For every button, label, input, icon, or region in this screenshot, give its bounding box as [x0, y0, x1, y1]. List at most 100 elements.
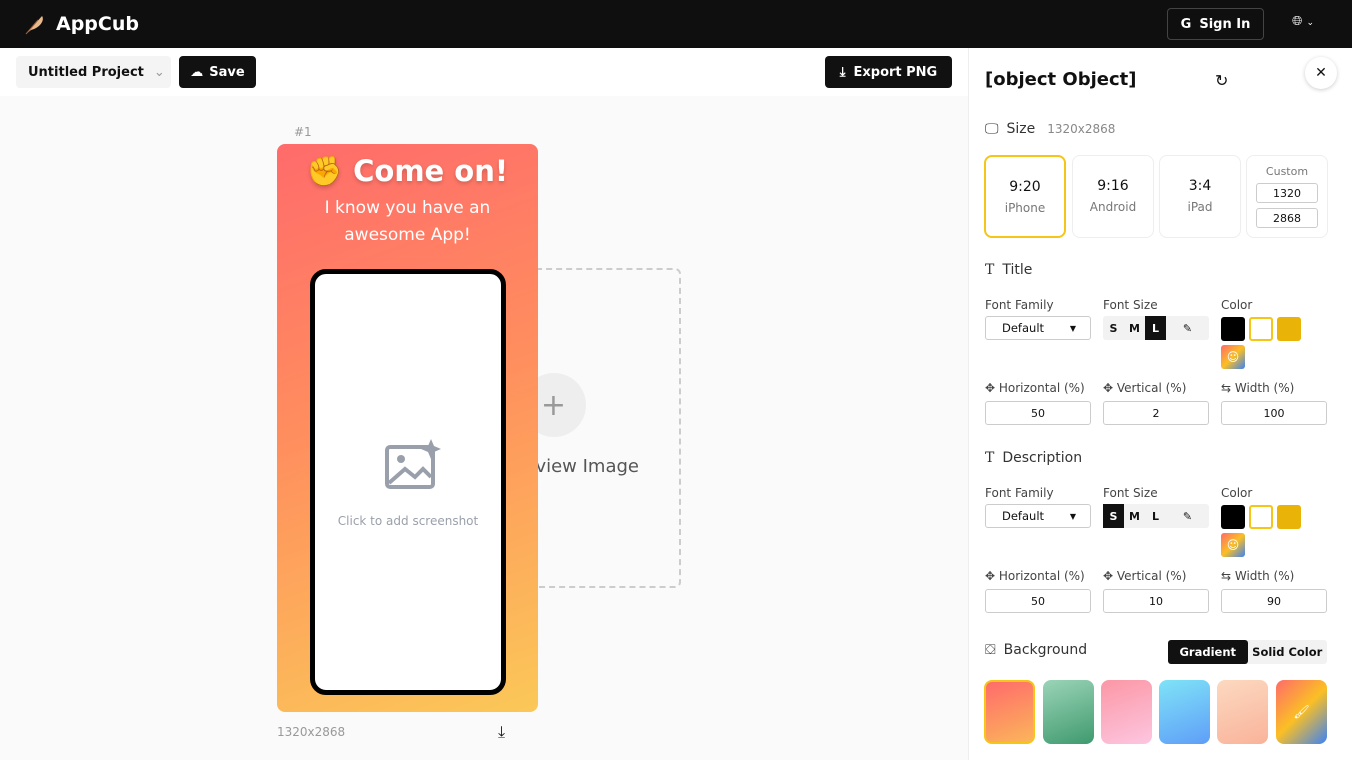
- size-option-iphone[interactable]: 9:20 iPhone: [984, 155, 1066, 238]
- add-screenshot-hint: Click to add screenshot: [337, 514, 479, 528]
- vertical-label-text: Vertical (%): [1116, 381, 1187, 395]
- selected-font: Default: [1002, 509, 1045, 523]
- width-label-text: Width (%): [1234, 381, 1295, 395]
- sign-in-button[interactable]: G Sign In: [1167, 8, 1264, 40]
- title-horizontal-input[interactable]: 50: [985, 401, 1091, 425]
- device: Android: [1089, 200, 1137, 214]
- font-family-label: Font Family: [985, 298, 1054, 312]
- horizontal-label-text: Horizontal (%): [998, 569, 1085, 583]
- color-label: Color: [1221, 486, 1253, 500]
- cloud-icon: ☁: [190, 64, 204, 80]
- device: iPhone: [1004, 201, 1046, 215]
- palette-icon[interactable]: ☺: [1221, 345, 1245, 369]
- title-label: Title: [1002, 262, 1033, 278]
- mode-solid-color[interactable]: Solid Color: [1248, 640, 1328, 664]
- preview-image-button[interactable]: + Preview Image: [520, 268, 681, 588]
- color-black[interactable]: [1221, 317, 1245, 341]
- card-description[interactable]: I know you have an awesome App!: [277, 195, 538, 249]
- title-vertical-input[interactable]: 2: [1103, 401, 1209, 425]
- horizontal-label: ✥ Horizontal (%): [985, 569, 1085, 583]
- google-icon: G: [1180, 16, 1192, 32]
- chevron-down-icon: ⌄: [153, 64, 165, 80]
- description-horizontal-input[interactable]: 50: [985, 589, 1091, 613]
- title-font-family-select[interactable]: Default ▼: [985, 316, 1091, 340]
- project-selector[interactable]: Untitled Project ⌄: [16, 56, 171, 88]
- card-dimensions: 1320x2868: [277, 725, 346, 739]
- description-label: Description: [1002, 450, 1083, 466]
- size-value: 1320x2868: [1047, 122, 1116, 136]
- size-m[interactable]: M: [1124, 504, 1145, 528]
- custom-width-input[interactable]: 1320: [1256, 183, 1318, 203]
- mode-gradient[interactable]: Gradient: [1168, 640, 1248, 664]
- color-black[interactable]: [1221, 505, 1245, 529]
- color-yellow[interactable]: [1277, 505, 1301, 529]
- save-button[interactable]: ☁ Save: [179, 56, 256, 88]
- sign-in-label: Sign In: [1199, 16, 1251, 32]
- ratio: 9:16: [1097, 178, 1129, 194]
- size-option-android[interactable]: 9:16 Android: [1072, 155, 1154, 238]
- size-l[interactable]: L: [1145, 316, 1166, 340]
- font-family-label: Font Family: [985, 486, 1054, 500]
- custom-height-input[interactable]: 2868: [1256, 208, 1318, 228]
- gradient-swatch-green[interactable]: [1043, 680, 1094, 744]
- background-label: Background: [1003, 642, 1088, 658]
- ratio: 9:20: [1009, 179, 1041, 195]
- description-vertical-input[interactable]: 10: [1103, 589, 1209, 613]
- card-title[interactable]: ✊ Come on!: [277, 154, 538, 189]
- project-toolbar: Untitled Project ⌄ ☁ Save ⤓ Export PNG: [0, 48, 968, 96]
- size-l[interactable]: L: [1145, 504, 1166, 528]
- device: iPad: [1187, 200, 1213, 214]
- app-name: AppCub: [56, 13, 139, 35]
- size-label: Size: [1006, 121, 1036, 137]
- custom-label: Custom: [1265, 165, 1309, 178]
- font-size-label: Font Size: [1103, 486, 1158, 500]
- save-label: Save: [209, 64, 245, 80]
- ratio: 3:4: [1188, 178, 1212, 194]
- size-section: 🖵︎ Size 1320x2868: [985, 121, 1115, 137]
- gradient-swatch-sunset[interactable]: [984, 680, 1035, 744]
- custom-gradient-brush-icon[interactable]: 🖌︎: [1276, 680, 1327, 744]
- reset-icon[interactable]: ↻: [1215, 71, 1228, 90]
- size-option-ipad[interactable]: 3:4 iPad: [1159, 155, 1241, 238]
- color-white[interactable]: [1249, 317, 1273, 341]
- size-s[interactable]: S: [1103, 504, 1124, 528]
- background-section: ⛋ Background: [985, 642, 1087, 658]
- screenshot-card[interactable]: ✊ Come on! I know you have an awesome Ap…: [277, 144, 538, 712]
- description-font-size-group: S M L ✎: [1103, 504, 1209, 528]
- card-title-text: Come on!: [353, 154, 509, 188]
- gradient-swatch-peach[interactable]: [1217, 680, 1268, 744]
- selected-font: Default: [1002, 321, 1045, 335]
- export-png-button[interactable]: ⤓ Export PNG: [825, 56, 952, 88]
- color-yellow[interactable]: [1277, 317, 1301, 341]
- title-width-input[interactable]: 100: [1221, 401, 1327, 425]
- gradient-swatch-pink[interactable]: [1101, 680, 1152, 744]
- size-option-custom[interactable]: Custom 1320 2868: [1246, 155, 1328, 238]
- download-icon[interactable]: ⤓: [498, 722, 505, 742]
- description-width-input[interactable]: 90: [1221, 589, 1327, 613]
- language-selector[interactable]: 🌐︎ ⌄: [1292, 14, 1314, 29]
- description-section: T Description: [985, 450, 1082, 466]
- globe-icon: 🌐︎: [1292, 14, 1303, 29]
- palette-icon[interactable]: ☺: [1221, 533, 1245, 557]
- size-s[interactable]: S: [1103, 316, 1124, 340]
- close-icon: ✕: [1315, 65, 1327, 81]
- background-mode-toggle: Gradient Solid Color: [1168, 640, 1327, 664]
- horizontal-label-text: Horizontal (%): [998, 381, 1085, 395]
- paint-bucket-icon: ⛋: [985, 642, 996, 658]
- size-m[interactable]: M: [1124, 316, 1145, 340]
- color-white[interactable]: [1249, 505, 1273, 529]
- config-panel: [object Object] ↻ ✕ 🖵︎ Size 1320x2868 9:20…: [968, 48, 1352, 760]
- gradient-swatch-blue[interactable]: [1159, 680, 1210, 744]
- width-label: ⇆ Width (%): [1221, 569, 1295, 583]
- caret-down-icon: ▼: [1069, 511, 1076, 521]
- image-sparkle-icon: [385, 439, 441, 489]
- close-button[interactable]: ✕: [1305, 57, 1337, 89]
- pencil-icon[interactable]: ✎: [1166, 316, 1209, 340]
- download-icon: ⤓: [839, 64, 846, 80]
- phone-frame[interactable]: Click to add screenshot: [310, 269, 506, 695]
- width-label-text: Width (%): [1234, 569, 1295, 583]
- text-icon: T: [985, 262, 995, 278]
- vertical-label: ✥ Vertical (%): [1103, 381, 1187, 395]
- description-font-family-select[interactable]: Default ▼: [985, 504, 1091, 528]
- pencil-icon[interactable]: ✎: [1166, 504, 1209, 528]
